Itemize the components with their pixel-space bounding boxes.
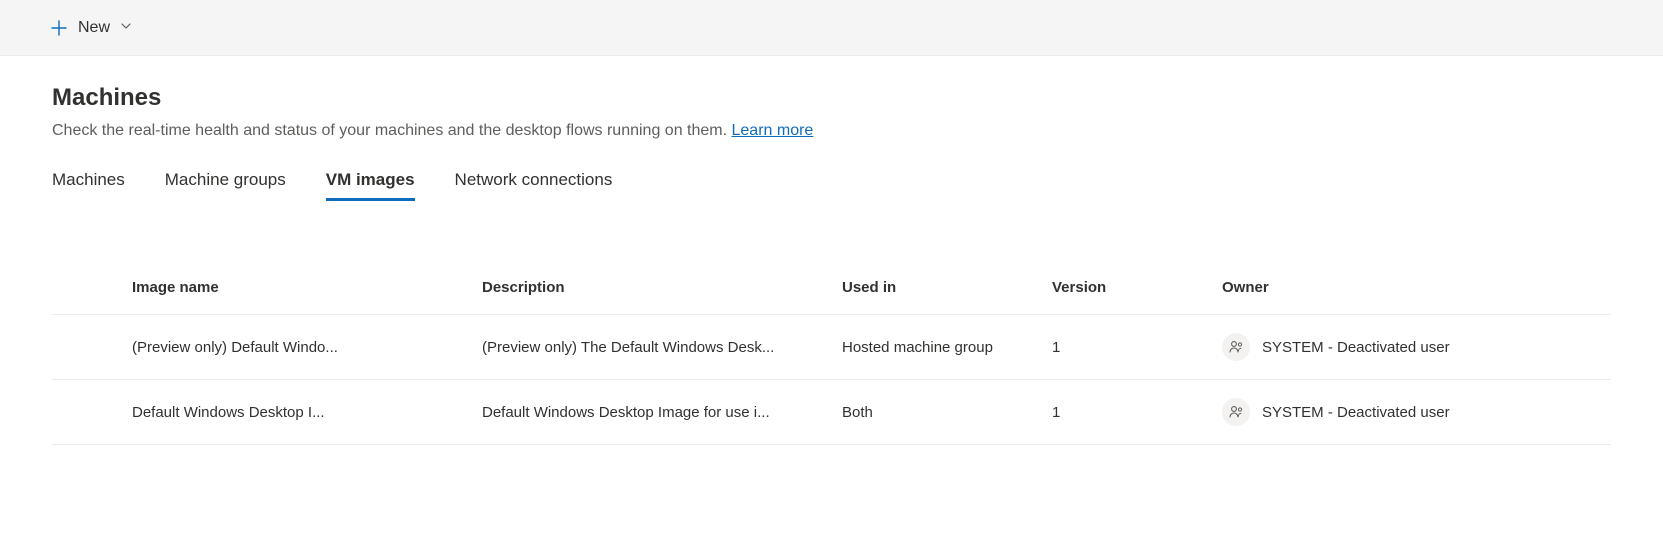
cell-description: (Preview only) The Default Windows Desk.… [482, 339, 842, 356]
cell-image-name: (Preview only) Default Windo... [132, 339, 482, 356]
col-owner[interactable]: Owner [1222, 279, 1622, 296]
person-icon [1222, 333, 1250, 361]
owner-text: SYSTEM - Deactivated user [1262, 404, 1450, 421]
chevron-down-icon [120, 19, 132, 37]
vm-images-table: Image name Description Used in Version O… [52, 261, 1611, 445]
tab-machines[interactable]: Machines [52, 170, 125, 201]
col-description[interactable]: Description [482, 279, 842, 296]
plus-icon [50, 19, 68, 37]
col-version[interactable]: Version [1052, 279, 1222, 296]
page-title: Machines [52, 84, 1611, 112]
cell-version: 1 [1052, 404, 1222, 421]
new-button-label: New [78, 19, 110, 37]
subtitle-text: Check the real-time health and status of… [52, 122, 732, 139]
person-icon [1222, 398, 1250, 426]
cell-description: Default Windows Desktop Image for use i.… [482, 404, 842, 421]
cell-owner: SYSTEM - Deactivated user [1222, 333, 1622, 361]
table-row[interactable]: Default Windows Desktop I... Default Win… [52, 380, 1611, 445]
tab-vm-images[interactable]: VM images [326, 170, 415, 201]
cell-image-name: Default Windows Desktop I... [132, 404, 482, 421]
cell-used-in: Both [842, 404, 1052, 421]
tab-network-connections[interactable]: Network connections [455, 170, 613, 201]
col-used-in[interactable]: Used in [842, 279, 1052, 296]
table-header: Image name Description Used in Version O… [52, 261, 1611, 315]
page-subtitle: Check the real-time health and status of… [52, 122, 1611, 140]
owner-text: SYSTEM - Deactivated user [1262, 339, 1450, 356]
learn-more-link[interactable]: Learn more [732, 122, 814, 139]
toolbar: New [0, 0, 1663, 56]
tab-machine-groups[interactable]: Machine groups [165, 170, 286, 201]
new-button[interactable]: New [50, 19, 132, 37]
cell-version: 1 [1052, 339, 1222, 356]
col-image-name[interactable]: Image name [132, 279, 482, 296]
cell-used-in: Hosted machine group [842, 339, 1052, 356]
cell-owner: SYSTEM - Deactivated user [1222, 398, 1622, 426]
tabs: Machines Machine groups VM images Networ… [52, 170, 1611, 201]
table-row[interactable]: (Preview only) Default Windo... (Preview… [52, 315, 1611, 380]
content-area: Machines Check the real-time health and … [0, 56, 1663, 445]
